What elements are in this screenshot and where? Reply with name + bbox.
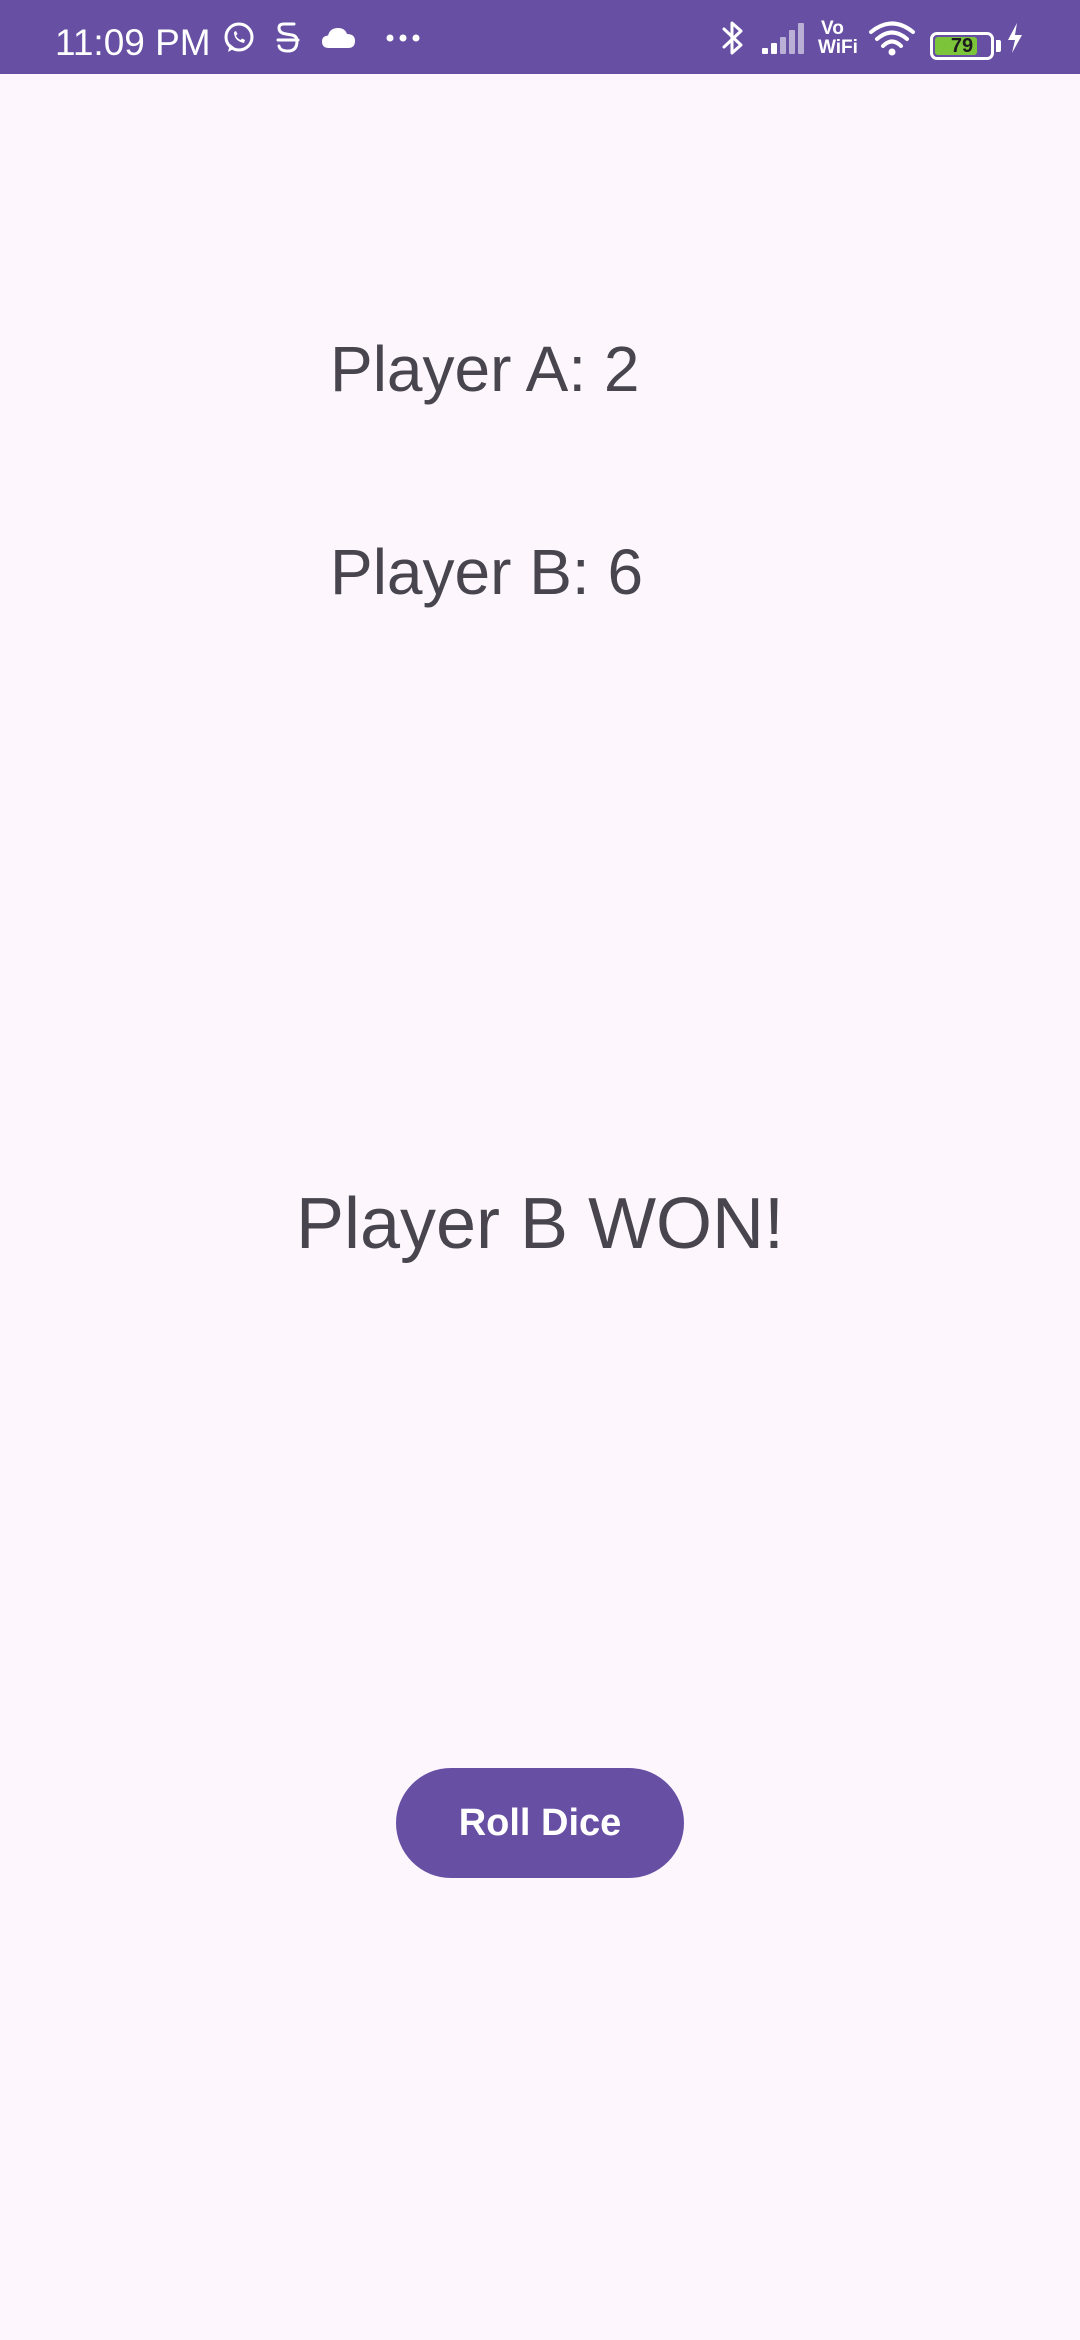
status-time: 11:09 PM [55,22,211,63]
more-dots-icon [384,20,422,56]
result-text: Player B WON! [295,1184,785,1264]
battery-cap [996,40,1001,52]
signal-icon [760,20,810,56]
player-b-score: Player B: 6 [330,536,644,608]
whatsapp-icon [221,20,257,56]
vowifi-bottom-label: WiFi [818,37,858,58]
vowifi-icon: Vo WiFi [818,19,858,57]
player-a-score: Player A: 2 [330,333,640,405]
roll-dice-button[interactable]: Roll Dice [396,1768,684,1878]
vowifi-top-label: Vo [821,18,844,39]
bluetooth-icon [718,20,748,56]
wifi-icon [868,20,916,56]
cast-icon [274,20,302,56]
battery-level: 79 [950,35,974,57]
cloud-icon [320,20,358,56]
status-bar: 11:09 PM Vo WiFi 79 [0,0,1080,74]
charging-icon [1004,20,1026,56]
app-screen: 11:09 PM Vo WiFi 79 Player A: 2 Player B… [0,0,1080,2340]
